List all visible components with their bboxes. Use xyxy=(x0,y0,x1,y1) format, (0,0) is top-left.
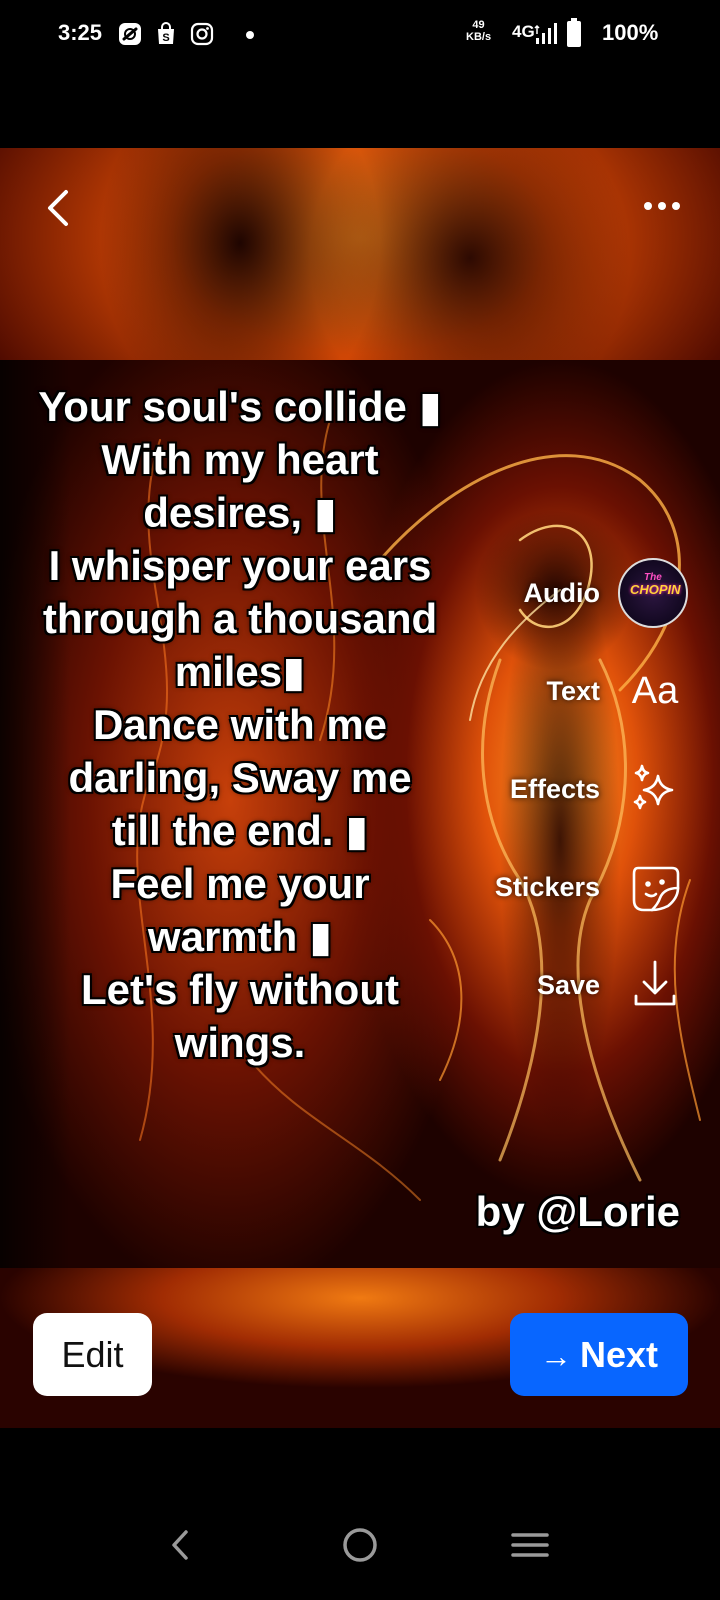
next-button[interactable]: → Next xyxy=(510,1313,688,1396)
audio-tool[interactable]: Audio The CHOPIN xyxy=(470,558,690,628)
poem-line: I whisper your ears xyxy=(48,542,432,589)
nav-back-icon xyxy=(172,1530,188,1560)
poem-line: Dance with me xyxy=(92,701,388,748)
system-navigation-bar xyxy=(0,1480,720,1600)
poem-line: Your soul's collide ▮ xyxy=(38,383,442,430)
svg-text:S: S xyxy=(162,32,169,44)
poem-line: Let's fly without xyxy=(81,966,399,1013)
signal-icon xyxy=(534,23,557,44)
shopping-bag-icon: S xyxy=(158,22,174,44)
poem-line: desires, ▮ xyxy=(143,489,337,536)
battery-percentage: 100% xyxy=(602,20,659,45)
notification-dot xyxy=(246,31,254,39)
status-bar-app-icon xyxy=(119,23,141,45)
status-time: 3:25 xyxy=(58,20,103,45)
poem-line: till the end. ▮ xyxy=(111,807,369,854)
more-horizontal-icon xyxy=(644,202,680,210)
text-tool[interactable]: Text Aa xyxy=(470,656,690,726)
nav-recents-button[interactable] xyxy=(505,1520,555,1570)
nav-recents-icon xyxy=(511,1533,549,1557)
status-bar: 3:25 S 49 KB/s 4G 100% xyxy=(0,0,720,70)
audio-track-thumbnail[interactable]: The CHOPIN xyxy=(618,558,688,628)
poem-line: miles▮ xyxy=(174,648,306,695)
chevron-left-icon xyxy=(48,190,68,226)
next-button-label: Next xyxy=(579,1334,659,1375)
poem-line: darling, Sway me xyxy=(68,754,412,801)
poem-line: warmth ▮ xyxy=(147,913,333,960)
effects-label: Effects xyxy=(509,774,600,804)
poem-line: wings. xyxy=(174,1019,306,1066)
audio-label: Audio xyxy=(523,578,600,608)
stickers-tool[interactable]: Stickers xyxy=(470,852,690,922)
network-speed: 49 KB/s xyxy=(466,19,492,43)
effects-tool[interactable]: Effects xyxy=(470,754,690,824)
sticker-icon xyxy=(632,866,680,912)
battery-icon xyxy=(567,18,581,47)
text-aa-icon: Aa xyxy=(631,670,679,712)
nav-home-button[interactable] xyxy=(335,1520,385,1570)
poem-line: Feel me your xyxy=(110,860,370,907)
author-byline: by @Lorie xyxy=(475,1188,680,1235)
instagram-icon xyxy=(190,22,214,46)
poem-line: With my heart xyxy=(101,436,379,483)
text-label: Text xyxy=(546,676,600,706)
edit-button-label: Edit xyxy=(61,1334,124,1375)
network-type: 4G xyxy=(512,22,535,41)
nav-home-icon xyxy=(343,1528,377,1562)
nav-back-button[interactable] xyxy=(156,1520,206,1570)
more-options-button[interactable] xyxy=(640,196,684,216)
audio-track-logo: CHOPIN xyxy=(630,582,681,597)
download-icon xyxy=(634,960,676,1006)
save-tool[interactable]: Save xyxy=(470,950,690,1020)
poem-text-overlay[interactable]: Your soul's collide ▮ With my heart desi… xyxy=(30,380,450,1069)
sparkles-icon xyxy=(633,764,674,810)
back-button[interactable] xyxy=(40,186,80,230)
edit-button[interactable]: Edit xyxy=(33,1313,152,1396)
arrow-right-icon: → xyxy=(539,1338,572,1374)
stickers-label: Stickers xyxy=(494,872,600,902)
save-label: Save xyxy=(536,970,600,1000)
poem-line: through a thousand xyxy=(42,595,438,642)
